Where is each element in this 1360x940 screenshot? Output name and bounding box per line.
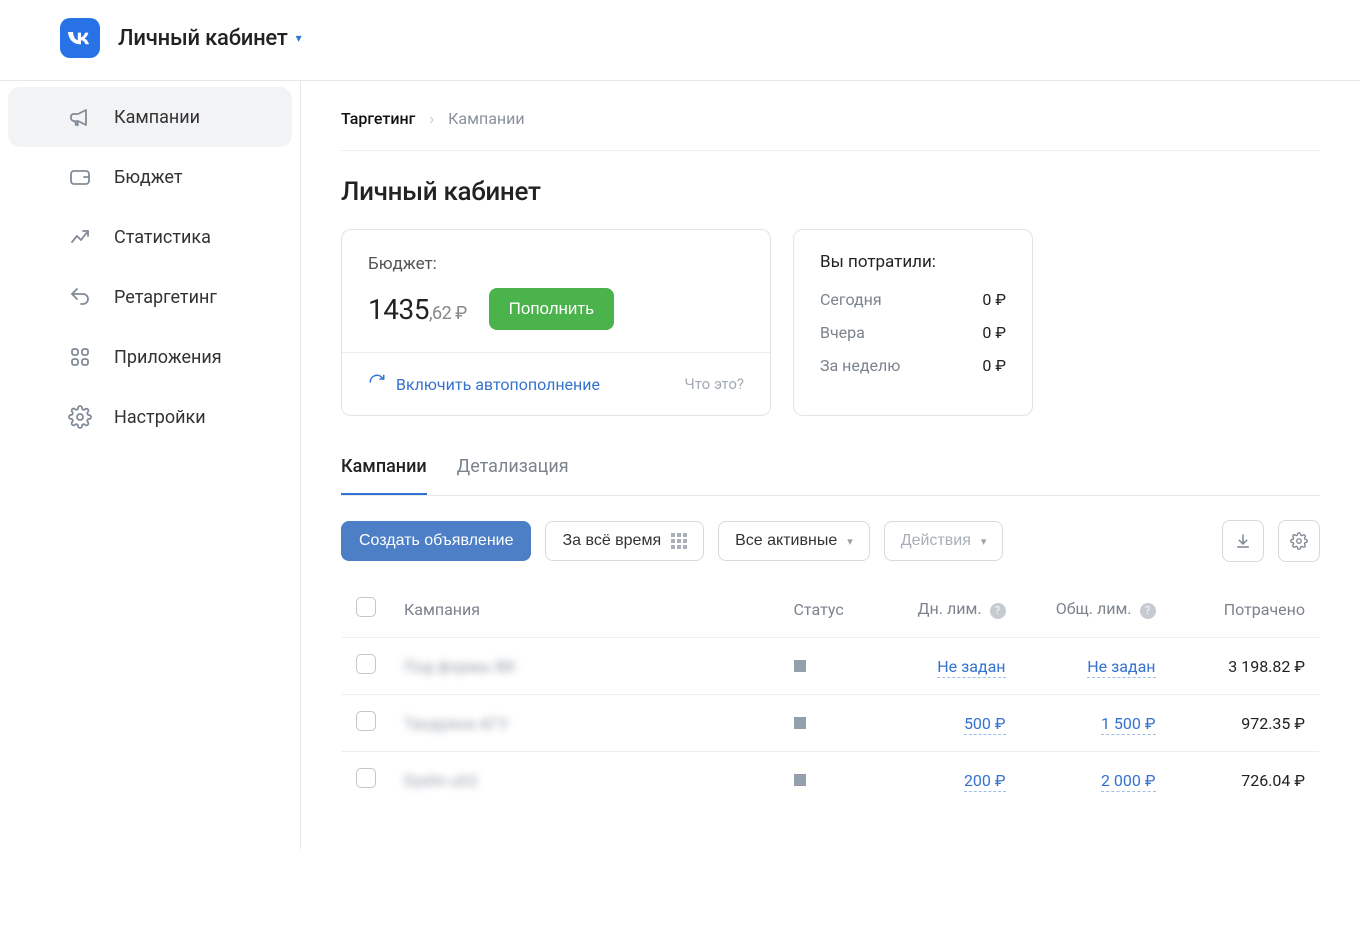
select-all-checkbox[interactable] [356, 597, 376, 617]
auto-topup-text: Включить автопополнение [396, 375, 600, 394]
campaign-name[interactable]: Dyelin uh2 [404, 771, 478, 790]
spent-val: 0 ₽ [982, 290, 1006, 309]
what-is-this-link[interactable]: Что это? [685, 375, 745, 393]
row-checkbox[interactable] [356, 654, 376, 674]
spent-val: 0 ₽ [982, 323, 1006, 342]
spent-key: За неделю [820, 356, 900, 375]
table-row[interactable]: Dyelin uh2 200 ₽ 2 000 ₽ 726.04 ₽ [342, 752, 1320, 809]
sidebar-item-apps[interactable]: Приложения [8, 327, 292, 387]
chevron-down-icon: ▾ [981, 535, 987, 548]
spent-val: 0 ₽ [982, 356, 1006, 375]
spent-row-week: За неделю 0 ₽ [820, 356, 1006, 375]
breadcrumb-root[interactable]: Таргетинг [341, 109, 415, 128]
table-row[interactable]: Тандуина АГУ 500 ₽ 1 500 ₽ 972.35 ₽ [342, 695, 1320, 752]
budget-amount-int: 1435 [368, 293, 429, 326]
campaigns-table: Кампания Статус Дн. лим. ? Общ. лим. ? П… [341, 580, 1320, 809]
campaign-name[interactable]: Под формы ВК [404, 657, 516, 676]
sidebar-item-label: Приложения [114, 347, 222, 368]
auto-topup-link[interactable]: Включить автопополнение [368, 373, 600, 395]
spent-key: Вчера [820, 323, 865, 342]
status-square-icon [794, 660, 806, 672]
megaphone-icon [68, 105, 92, 129]
table-settings-button[interactable] [1278, 520, 1320, 562]
trend-icon [68, 225, 92, 249]
calendar-grid-icon [671, 533, 687, 549]
table-toolbar: Создать объявление За всё время Все акти… [341, 520, 1320, 562]
topbar: Личный кабинет ▾ [0, 0, 1360, 81]
chevron-right-icon: › [429, 109, 434, 128]
date-range-label: За всё время [562, 532, 661, 550]
campaign-name[interactable]: Тандуина АГУ [404, 714, 508, 733]
th-total-limit[interactable]: Общ. лим. ? [1020, 581, 1170, 638]
tabs: Кампании Детализация [341, 452, 1320, 496]
refresh-icon [368, 373, 386, 395]
budget-label: Бюджет: [368, 254, 744, 274]
date-range-button[interactable]: За всё время [545, 521, 704, 561]
sidebar-item-campaigns[interactable]: Кампании [8, 87, 292, 147]
spent-value: 726.04 ₽ [1170, 752, 1320, 809]
back-arrow-icon [68, 285, 92, 309]
account-title: Личный кабинет [118, 26, 288, 51]
status-square-icon [794, 774, 806, 786]
sidebar: Кампании Бюджет Статистика Ретаргетинг [0, 81, 300, 849]
sidebar-item-label: Бюджет [114, 167, 182, 188]
status-filter-button[interactable]: Все активные ▾ [718, 521, 870, 561]
spent-row-today: Сегодня 0 ₽ [820, 290, 1006, 309]
th-spent[interactable]: Потрачено [1170, 581, 1320, 638]
total-limit-value[interactable]: Не задан [1087, 657, 1155, 678]
total-limit-value[interactable]: 2 000 ₽ [1101, 771, 1156, 792]
budget-amount: 1435,62 ₽ [368, 293, 467, 326]
account-switcher[interactable]: Личный кабинет ▾ [118, 26, 301, 51]
topup-button[interactable]: Пополнить [489, 288, 614, 330]
spent-value: 972.35 ₽ [1170, 695, 1320, 752]
main-content: Таргетинг › Кампании Личный кабинет Бюдж… [300, 81, 1360, 849]
vk-logo [60, 18, 100, 58]
th-campaign[interactable]: Кампания [390, 581, 780, 638]
row-checkbox[interactable] [356, 768, 376, 788]
spent-key: Сегодня [820, 290, 882, 309]
gear-icon [68, 405, 92, 429]
sidebar-item-stats[interactable]: Статистика [8, 207, 292, 267]
budget-card: Бюджет: 1435,62 ₽ Пополнить [341, 229, 771, 416]
sidebar-item-retarget[interactable]: Ретаргетинг [8, 267, 292, 327]
spent-title: Вы потратили: [820, 252, 1006, 272]
help-icon[interactable]: ? [1140, 603, 1156, 619]
breadcrumb-leaf: Кампании [448, 109, 524, 128]
download-button[interactable] [1222, 520, 1264, 562]
spent-card: Вы потратили: Сегодня 0 ₽ Вчера 0 ₽ [793, 229, 1033, 416]
sidebar-item-label: Кампании [114, 107, 200, 128]
daily-limit-value[interactable]: Не задан [937, 657, 1005, 678]
tab-details[interactable]: Детализация [457, 452, 569, 495]
help-icon[interactable]: ? [990, 603, 1006, 619]
th-status[interactable]: Статус [780, 581, 870, 638]
apps-grid-icon [68, 345, 92, 369]
sidebar-item-budget[interactable]: Бюджет [8, 147, 292, 207]
daily-limit-value[interactable]: 200 ₽ [964, 771, 1006, 792]
sidebar-item-label: Статистика [114, 227, 211, 248]
status-square-icon [794, 717, 806, 729]
tab-campaigns[interactable]: Кампании [341, 452, 427, 495]
sidebar-item-label: Ретаргетинг [114, 287, 217, 308]
chevron-down-icon: ▾ [847, 535, 853, 548]
page-title: Личный кабинет [341, 177, 1320, 207]
chevron-down-icon: ▾ [296, 31, 302, 45]
breadcrumb: Таргетинг › Кампании [341, 109, 1320, 151]
total-limit-value[interactable]: 1 500 ₽ [1101, 714, 1156, 735]
spent-row-yesterday: Вчера 0 ₽ [820, 323, 1006, 342]
actions-button[interactable]: Действия ▾ [884, 521, 1004, 561]
sidebar-item-label: Настройки [114, 407, 206, 428]
sidebar-item-settings[interactable]: Настройки [8, 387, 292, 447]
row-checkbox[interactable] [356, 711, 376, 731]
actions-label: Действия [901, 532, 971, 550]
create-ad-button[interactable]: Создать объявление [341, 521, 531, 561]
spent-value: 3 198.82 ₽ [1170, 638, 1320, 695]
budget-amount-cents: ,62 ₽ [429, 303, 467, 324]
daily-limit-value[interactable]: 500 ₽ [964, 714, 1006, 735]
table-row[interactable]: Под формы ВК Не задан Не задан 3 198.82 … [342, 638, 1320, 695]
wallet-icon [68, 165, 92, 189]
th-daily-limit[interactable]: Дн. лим. ? [870, 581, 1020, 638]
status-filter-label: Все активные [735, 532, 837, 550]
